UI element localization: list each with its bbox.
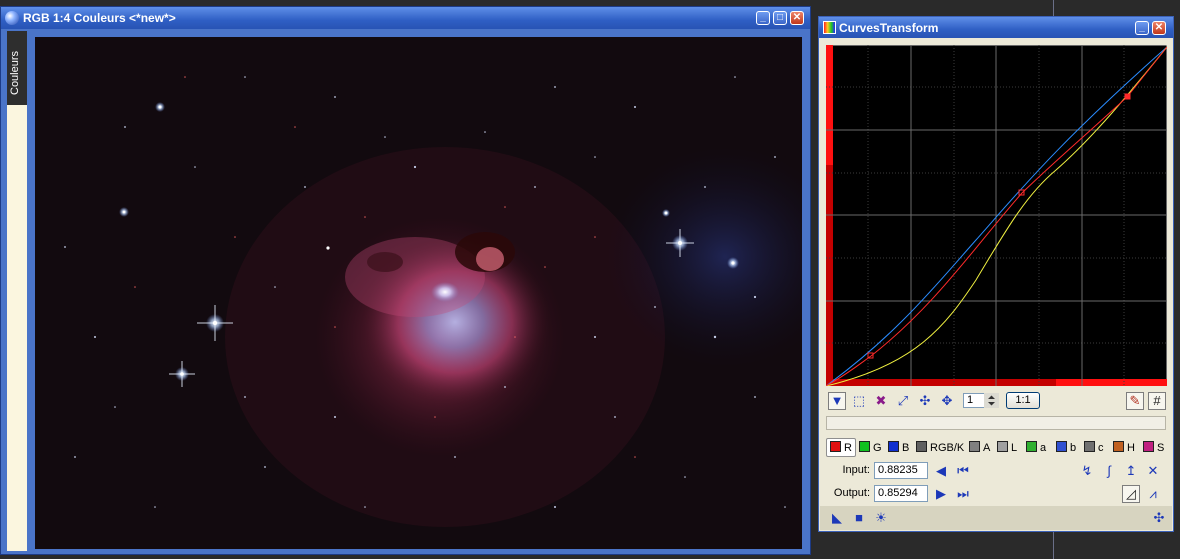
previous-point-icon[interactable]: ◀: [932, 462, 950, 480]
output-row: Output: 0.85294 ▶ ⏭ ◿ ⩘: [826, 485, 1166, 503]
channel-rgbk-swatch: [916, 441, 927, 452]
image-side-tab[interactable]: Couleurs: [7, 31, 27, 551]
curves-status-bar: [826, 416, 1166, 430]
channel-lab-b-swatch: [1056, 441, 1067, 452]
zoom-fit-icon[interactable]: ⤢: [894, 392, 912, 410]
maximize-button[interactable]: □: [773, 11, 787, 25]
curves-minimize-button[interactable]: _: [1135, 21, 1149, 35]
channel-b-swatch: [888, 441, 899, 452]
curves-toolbar: ▼ ⬚ ✖ ⤢ ✣ ✥ 1 1:1 ✎ #: [826, 392, 1166, 410]
image-viewport[interactable]: [35, 37, 802, 549]
channel-l[interactable]: L: [997, 441, 1017, 460]
curve-editor[interactable]: [826, 45, 1167, 386]
channel-lab-b[interactable]: b: [1056, 441, 1076, 460]
channel-lab-a-swatch: [1026, 441, 1037, 452]
real-time-preview-icon[interactable]: ☀: [872, 509, 890, 527]
channel-lab-a[interactable]: a: [1026, 441, 1046, 460]
edit-mode-icon[interactable]: ▼: [828, 392, 846, 410]
channel-b[interactable]: B: [888, 441, 909, 460]
invert-curve-icon[interactable]: ↯: [1078, 462, 1096, 480]
grid-icon[interactable]: #: [1148, 392, 1166, 410]
last-point-icon[interactable]: ⏭: [954, 485, 972, 503]
image-window-title: RGB 1:4 Couleurs <*new*>: [23, 11, 176, 25]
channel-c[interactable]: c: [1084, 441, 1104, 460]
new-instance-icon[interactable]: ◣: [828, 509, 846, 527]
pan-icon[interactable]: ✥: [938, 392, 956, 410]
show-all-curves-icon[interactable]: ✎: [1126, 392, 1144, 410]
delete-mode-icon[interactable]: ✖: [872, 392, 890, 410]
zoom-one-to-one-button[interactable]: 1:1: [1006, 392, 1040, 409]
channel-s-swatch: [1143, 441, 1154, 452]
zoom-spinner[interactable]: [984, 393, 999, 408]
channel-h-swatch: [1113, 441, 1124, 452]
channel-c-swatch: [1084, 441, 1095, 452]
spline-interpolation-icon[interactable]: ∫: [1100, 462, 1118, 480]
next-point-icon[interactable]: ▶: [932, 485, 950, 503]
select-mode-icon[interactable]: ⬚: [850, 392, 868, 410]
curves-close-button[interactable]: ✕: [1152, 21, 1166, 35]
input-field[interactable]: 0.88235: [874, 462, 928, 479]
image-window-titlebar[interactable]: RGB 1:4 Couleurs <*new*> _ □ ✕: [1, 7, 810, 29]
side-tab-header[interactable]: Couleurs: [7, 31, 27, 105]
first-point-icon[interactable]: ⏮: [954, 462, 972, 480]
channel-l-swatch: [997, 441, 1008, 452]
channel-g-swatch: [859, 441, 870, 452]
output-field[interactable]: 0.85294: [874, 485, 928, 502]
curves-window-title: CurvesTransform: [839, 21, 939, 35]
input-row: Input: 0.88235 ◀ ⏮ ↯ ∫ ↥ ✕: [826, 462, 1166, 480]
app-orb-icon: [5, 11, 19, 25]
minimize-button[interactable]: _: [756, 11, 770, 25]
channel-a[interactable]: A: [969, 441, 990, 460]
close-button[interactable]: ✕: [790, 11, 804, 25]
apply-global-icon[interactable]: ■: [850, 509, 868, 527]
image-window[interactable]: RGB 1:4 Couleurs <*new*> _ □ ✕ Couleurs: [0, 6, 811, 555]
side-tab-label: Couleurs: [9, 50, 21, 95]
channel-r[interactable]: R: [826, 438, 856, 457]
graph-icon[interactable]: ⩘: [1144, 485, 1162, 503]
process-bottom-bar: ◣ ■ ☀ ✣: [820, 506, 1172, 530]
linear-interpolation-icon[interactable]: ↥: [1122, 462, 1140, 480]
histogram-icon[interactable]: ◿: [1122, 485, 1140, 503]
output-label: Output:: [833, 487, 870, 499]
channel-g[interactable]: G: [859, 441, 882, 460]
reset-all-icon[interactable]: ✣: [1150, 509, 1168, 527]
channel-selector: R G B RGB/K A L a b c H S: [826, 438, 1166, 458]
curves-transform-window[interactable]: CurvesTransform _ ✕ ▼ ⬚ ✖ ⤢ ✣ ✥ 1 1:1 ✎ …: [818, 16, 1174, 532]
zoom-in-icon[interactable]: ✣: [916, 392, 934, 410]
channel-h[interactable]: H: [1113, 441, 1135, 460]
input-label: Input:: [842, 464, 870, 476]
channel-s[interactable]: S: [1143, 441, 1164, 460]
reset-curve-icon[interactable]: ✕: [1144, 462, 1162, 480]
curves-window-titlebar[interactable]: CurvesTransform _ ✕: [819, 17, 1173, 38]
nebula-image: [35, 37, 802, 549]
channel-r-swatch: [830, 441, 841, 452]
curves-transform-icon: [823, 21, 836, 34]
selected-curve-point[interactable]: [1124, 93, 1131, 100]
channel-a-swatch: [969, 441, 980, 452]
channel-rgbk[interactable]: RGB/K: [916, 441, 964, 460]
